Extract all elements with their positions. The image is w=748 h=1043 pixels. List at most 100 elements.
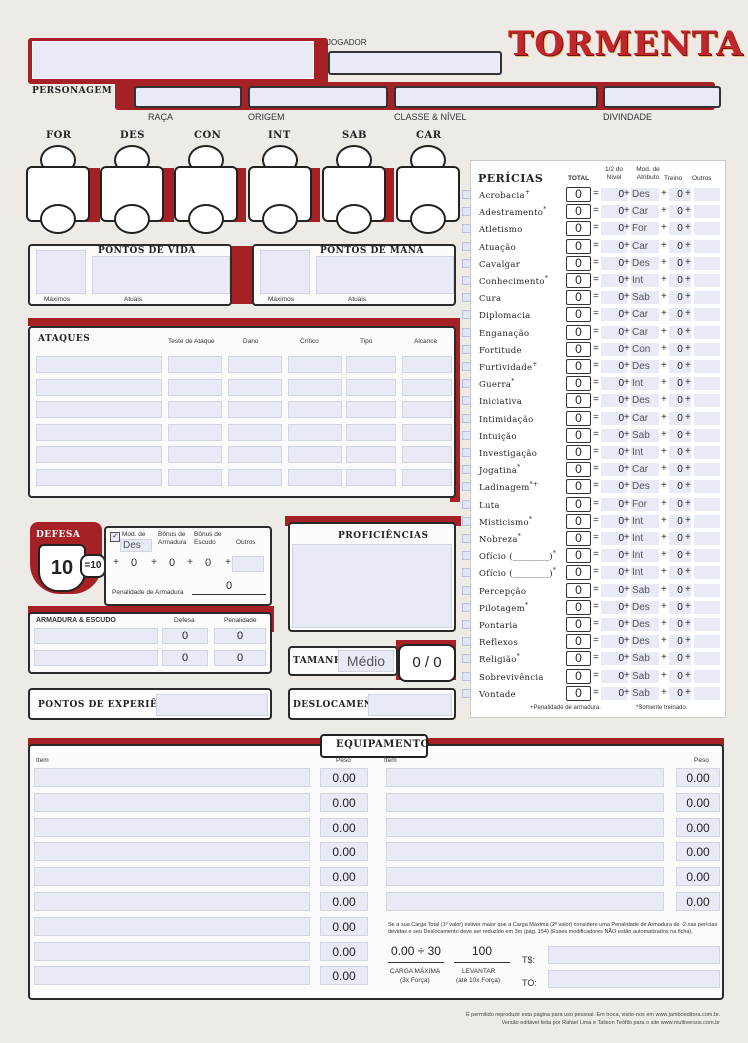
skill-others-field[interactable]: [694, 205, 720, 219]
attack-field[interactable]: [402, 378, 452, 396]
skill-trained-checkbox[interactable]: [462, 482, 471, 492]
skill-others-field[interactable]: [694, 256, 720, 270]
equip-item-field[interactable]: [34, 867, 310, 887]
attack-field[interactable]: [168, 423, 222, 441]
skill-others-field[interactable]: [694, 600, 720, 614]
attack-field[interactable]: [36, 356, 162, 373]
equip-item-field[interactable]: [34, 916, 310, 936]
vida-max-field[interactable]: [36, 250, 86, 294]
skill-attr-select[interactable]: Sab: [631, 652, 659, 666]
skill-attr-select[interactable]: Car: [631, 205, 659, 219]
skill-others-field[interactable]: [694, 291, 720, 305]
defesa-mod-attr[interactable]: Des: [120, 539, 152, 552]
attack-field[interactable]: [346, 423, 396, 441]
skill-others-field[interactable]: [694, 583, 720, 597]
skill-attr-select[interactable]: Int: [631, 566, 659, 580]
skill-others-field[interactable]: [694, 669, 720, 683]
mana-max-field[interactable]: [260, 250, 310, 294]
skill-trained-checkbox[interactable]: [462, 551, 471, 561]
attack-field[interactable]: [288, 356, 342, 373]
equip-item-field[interactable]: [34, 966, 310, 986]
attr-value-oval[interactable]: [262, 204, 298, 234]
attack-field[interactable]: [288, 423, 342, 441]
equip-item-field[interactable]: [34, 842, 310, 862]
armadura-penalidade-field[interactable]: 0: [214, 628, 266, 644]
equip-item-field[interactable]: [34, 941, 310, 961]
skill-others-field[interactable]: [694, 325, 720, 339]
deslocamento-field[interactable]: [368, 694, 452, 716]
equip-weight[interactable]: 0.00: [320, 842, 368, 862]
skill-trained-checkbox[interactable]: [462, 293, 471, 303]
skill-others-field[interactable]: [694, 308, 720, 322]
skill-others-field[interactable]: [694, 480, 720, 494]
attack-field[interactable]: [228, 423, 282, 441]
skill-trained-checkbox[interactable]: [462, 516, 471, 526]
jogador-field[interactable]: [328, 51, 502, 75]
skill-trained-checkbox[interactable]: [462, 654, 471, 664]
skill-trained-checkbox[interactable]: [462, 568, 471, 578]
skill-attr-select[interactable]: Car: [631, 308, 659, 322]
skill-trained-checkbox[interactable]: [462, 207, 471, 217]
defesa-bonus-value[interactable]: 0: [120, 557, 148, 569]
equip-weight[interactable]: 0.00: [320, 892, 368, 911]
attack-field[interactable]: [346, 356, 396, 373]
xp-field[interactable]: [156, 694, 268, 716]
skill-trained-checkbox[interactable]: [462, 585, 471, 595]
skill-attr-select[interactable]: Int: [631, 446, 659, 459]
skill-trained-checkbox[interactable]: [462, 224, 471, 234]
origem-field[interactable]: [248, 86, 388, 108]
skill-attr-select[interactable]: Sab: [631, 428, 659, 442]
skill-trained-checkbox[interactable]: [462, 362, 471, 371]
equip-item-field[interactable]: [386, 768, 664, 787]
skill-trained-checkbox[interactable]: [462, 430, 471, 440]
divindade-field[interactable]: [603, 86, 721, 108]
attack-field[interactable]: [168, 378, 222, 396]
attack-field[interactable]: [288, 446, 342, 463]
character-name-field[interactable]: [32, 41, 314, 79]
attr-value-oval[interactable]: [410, 204, 446, 234]
skill-attr-select[interactable]: Des: [631, 480, 659, 494]
skill-attr-select[interactable]: Sab: [631, 686, 659, 700]
attack-field[interactable]: [346, 401, 396, 418]
equip-weight[interactable]: 0.00: [320, 916, 368, 936]
skill-attr-select[interactable]: For: [631, 222, 659, 236]
skill-others-field[interactable]: [694, 463, 720, 477]
equip-item-field[interactable]: [386, 817, 664, 837]
skill-trained-checkbox[interactable]: [462, 688, 471, 698]
skill-trained-checkbox[interactable]: [462, 379, 471, 389]
skill-others-field[interactable]: [694, 377, 720, 391]
skill-attr-select[interactable]: Int: [631, 514, 659, 528]
attack-field[interactable]: [402, 356, 452, 373]
equip-weight[interactable]: 0.00: [676, 842, 720, 862]
skill-attr-select[interactable]: Des: [631, 256, 659, 270]
skill-trained-checkbox[interactable]: [462, 637, 471, 647]
attack-field[interactable]: [168, 401, 222, 418]
skill-trained-checkbox[interactable]: [462, 465, 471, 475]
skill-others-field[interactable]: [694, 222, 720, 236]
attack-field[interactable]: [228, 446, 282, 463]
attack-field[interactable]: [36, 401, 162, 418]
skill-attr-select[interactable]: Des: [631, 360, 659, 373]
skill-others-field[interactable]: [694, 239, 720, 253]
attack-field[interactable]: [288, 378, 342, 396]
skill-others-field[interactable]: [694, 446, 720, 459]
skill-attr-select[interactable]: For: [631, 497, 659, 511]
attack-field[interactable]: [288, 468, 342, 486]
attr-value-oval[interactable]: [336, 204, 372, 234]
skill-trained-checkbox[interactable]: [462, 396, 471, 406]
equip-weight[interactable]: 0.00: [676, 867, 720, 887]
skill-attr-select[interactable]: Des: [631, 188, 659, 201]
skill-trained-checkbox[interactable]: [462, 258, 471, 268]
skill-others-field[interactable]: [694, 549, 720, 563]
skill-trained-checkbox[interactable]: [462, 276, 471, 285]
skill-trained-checkbox[interactable]: [462, 620, 471, 629]
skill-others-field[interactable]: [694, 428, 720, 442]
armadura-penalidade-field[interactable]: 0: [214, 650, 266, 666]
skill-attr-select[interactable]: Des: [631, 600, 659, 614]
attack-field[interactable]: [228, 468, 282, 486]
skill-others-field[interactable]: [694, 618, 720, 631]
skill-others-field[interactable]: [694, 394, 720, 408]
skill-attr-select[interactable]: Int: [631, 532, 659, 545]
attack-field[interactable]: [346, 378, 396, 396]
attack-field[interactable]: [228, 401, 282, 418]
